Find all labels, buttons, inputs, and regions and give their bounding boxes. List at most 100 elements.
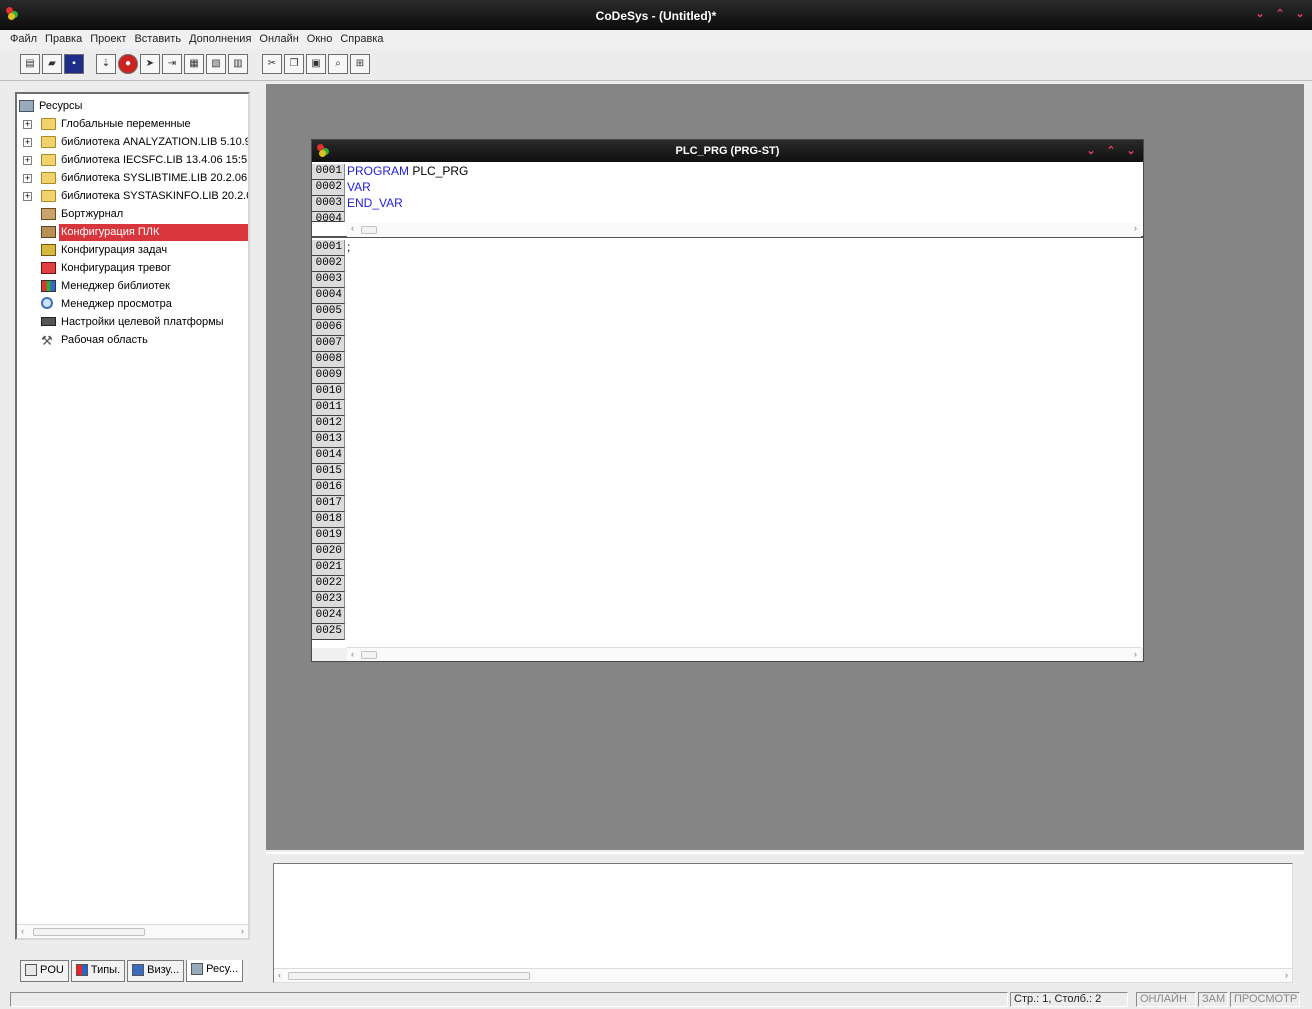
declaration-scrollbar[interactable]: ‹ › (312, 222, 1143, 238)
status-position: Стр.: 1, Столб.: 2 (1010, 992, 1128, 1007)
find-icon[interactable]: ▦ (184, 54, 204, 74)
tree-item-lib-iecsfc[interactable]: + библиотека IECSFC.LIB 13.4.06 15:51 (23, 152, 248, 169)
tree-horizontal-scrollbar[interactable]: ‹ › (17, 924, 248, 938)
line-number: 0016 (312, 480, 345, 496)
open-icon[interactable]: ▰ (42, 54, 62, 74)
line-number: 0021 (312, 560, 345, 576)
types-icon (75, 964, 88, 976)
line-number: 0009 (312, 368, 345, 384)
line-number: 0020 (312, 544, 345, 560)
scroll-right-icon[interactable]: › (1134, 223, 1137, 233)
stop-icon[interactable]: ● (118, 54, 138, 74)
scroll-right-icon[interactable]: › (1134, 649, 1137, 659)
message-hscroll[interactable]: ‹ › (274, 968, 1292, 982)
menu-bar: Файл Правка Проект Вставить Дополнения О… (0, 30, 1312, 49)
scroll-left-icon[interactable]: ‹ (351, 223, 354, 233)
scroll-left-icon[interactable]: ‹ (351, 649, 354, 659)
expand-icon[interactable]: + (23, 174, 32, 183)
editor-title-bar[interactable]: PLC_PRG (PRG-ST) ⌄ ⌃ ⌄ (312, 140, 1143, 162)
print-icon[interactable]: ▥ (228, 54, 248, 74)
editor-title: PLC_PRG (PRG-ST) (675, 145, 780, 157)
new-icon[interactable]: ▤ (20, 54, 40, 74)
save-icon[interactable]: ▪ (64, 54, 84, 74)
menu-edit[interactable]: Правка (41, 30, 86, 49)
line-number: 0012 (312, 416, 345, 432)
minimize-icon[interactable]: ⌄ (1254, 7, 1266, 20)
tree-item-lib-analyzation[interactable]: + библиотека ANALYZATION.LIB 5.10.9 (23, 134, 248, 151)
resources-icon (19, 100, 34, 112)
line-number: 0003 (312, 196, 345, 212)
maximize-icon[interactable]: ⌃ (1274, 7, 1286, 20)
tree-item-lib-systaskinfo[interactable]: + библиотека SYSTASKINFO.LIB 20.2.0 (23, 188, 248, 205)
scroll-thumb[interactable] (361, 226, 377, 234)
scroll-thumb[interactable] (288, 972, 530, 980)
tab-types[interactable]: Типы. (70, 960, 126, 982)
organizer-tabs: POU Типы. Визу... Ресу... (20, 960, 244, 982)
code-line[interactable]: ; (347, 240, 350, 255)
message-window[interactable]: ‹ › (273, 863, 1293, 983)
scroll-thumb[interactable] (361, 651, 377, 659)
expand-icon[interactable]: + (23, 138, 32, 147)
tree-item-globals[interactable]: + Глобальные переменные (23, 116, 248, 133)
menu-online[interactable]: Онлайн (255, 30, 302, 49)
replace-all-icon[interactable]: ⊞ (350, 54, 370, 74)
folder-icon (41, 136, 56, 148)
scroll-left-icon[interactable]: ‹ (278, 970, 281, 980)
cut-icon[interactable]: ✂ (262, 54, 282, 74)
line-number: 0019 (312, 528, 345, 544)
object-organizer-pane: Ресурсы + Глобальные переменные + библио… (12, 88, 255, 984)
code-line[interactable]: END_VAR (347, 196, 403, 211)
line-number: 0001 (312, 164, 345, 180)
tab-visualization[interactable]: Визу... (127, 960, 185, 982)
close-icon[interactable]: ⌄ (1294, 7, 1306, 20)
code-line[interactable]: PROGRAM PLC_PRG (347, 164, 468, 179)
status-lock: ЗАМ (1198, 992, 1228, 1007)
menu-help[interactable]: Справка (336, 30, 387, 49)
body-hscroll[interactable]: ‹ › (347, 647, 1141, 661)
editor-maximize-icon[interactable]: ⌃ (1105, 144, 1117, 157)
expand-icon[interactable]: + (23, 120, 32, 129)
resources-tree[interactable]: Ресурсы + Глобальные переменные + библио… (15, 92, 250, 940)
editor-close-icon[interactable]: ⌄ (1125, 144, 1137, 157)
plc-config-icon (41, 226, 56, 238)
status-message (10, 992, 1008, 1007)
code-line[interactable]: VAR (347, 180, 371, 195)
mdi-workspace: PLC_PRG (PRG-ST) ⌄ ⌃ ⌄ 0001 PROGRAM PLC_… (266, 84, 1304, 850)
line-number: 0013 (312, 432, 345, 448)
expand-icon[interactable]: + (23, 192, 32, 201)
menu-window[interactable]: Окно (303, 30, 337, 49)
menu-insert[interactable]: Вставить (130, 30, 185, 49)
tree-item-lib-syslibtime[interactable]: + библиотека SYSLIBTIME.LIB 20.2.06 (23, 170, 248, 187)
status-online: ОНЛАЙН (1136, 992, 1196, 1007)
line-number: 0007 (312, 336, 345, 352)
replace-icon[interactable]: ▧ (206, 54, 226, 74)
login-icon[interactable]: ⇣ (96, 54, 116, 74)
line-number: 0025 (312, 624, 345, 640)
scroll-right-icon[interactable]: › (1285, 970, 1288, 980)
menu-extras[interactable]: Дополнения (185, 30, 255, 49)
task-config-icon (41, 244, 56, 256)
scroll-right-icon[interactable]: › (241, 926, 244, 936)
line-number: 0006 (312, 320, 345, 336)
code-body-pane[interactable]: ; 0001 0002 0003 0004 0005 0006 0007 0008 0009 00… (312, 238, 1143, 648)
scroll-thumb[interactable] (33, 928, 145, 936)
folder-icon (41, 154, 56, 166)
tab-pou[interactable]: POU (20, 960, 69, 982)
editor-minimize-icon[interactable]: ⌄ (1085, 144, 1097, 157)
paste-icon[interactable]: ▣ (306, 54, 326, 74)
expand-icon[interactable]: + (23, 156, 32, 165)
menu-project[interactable]: Проект (86, 30, 130, 49)
scroll-left-icon[interactable]: ‹ (21, 926, 24, 936)
editor-window[interactable]: PLC_PRG (PRG-ST) ⌄ ⌃ ⌄ 0001 PROGRAM PLC_… (311, 139, 1144, 662)
find-next-icon[interactable]: ⌕ (328, 54, 348, 74)
tab-resources[interactable]: Ресу... (186, 960, 244, 982)
menu-file[interactable]: Файл (6, 30, 41, 49)
line-number: 0003 (312, 272, 345, 288)
declaration-pane[interactable]: 0001 PROGRAM PLC_PRG 0002 VAR 0003 END_V… (312, 162, 1143, 222)
copy-icon[interactable]: ❐ (284, 54, 304, 74)
line-number: 0024 (312, 608, 345, 624)
message-pane: ‹ › (266, 852, 1304, 986)
run-icon[interactable]: ➤ (140, 54, 160, 74)
tree-item-plc-config[interactable]: Конфигурация ПЛК (41, 224, 248, 241)
step-icon[interactable]: ⇥ (162, 54, 182, 74)
